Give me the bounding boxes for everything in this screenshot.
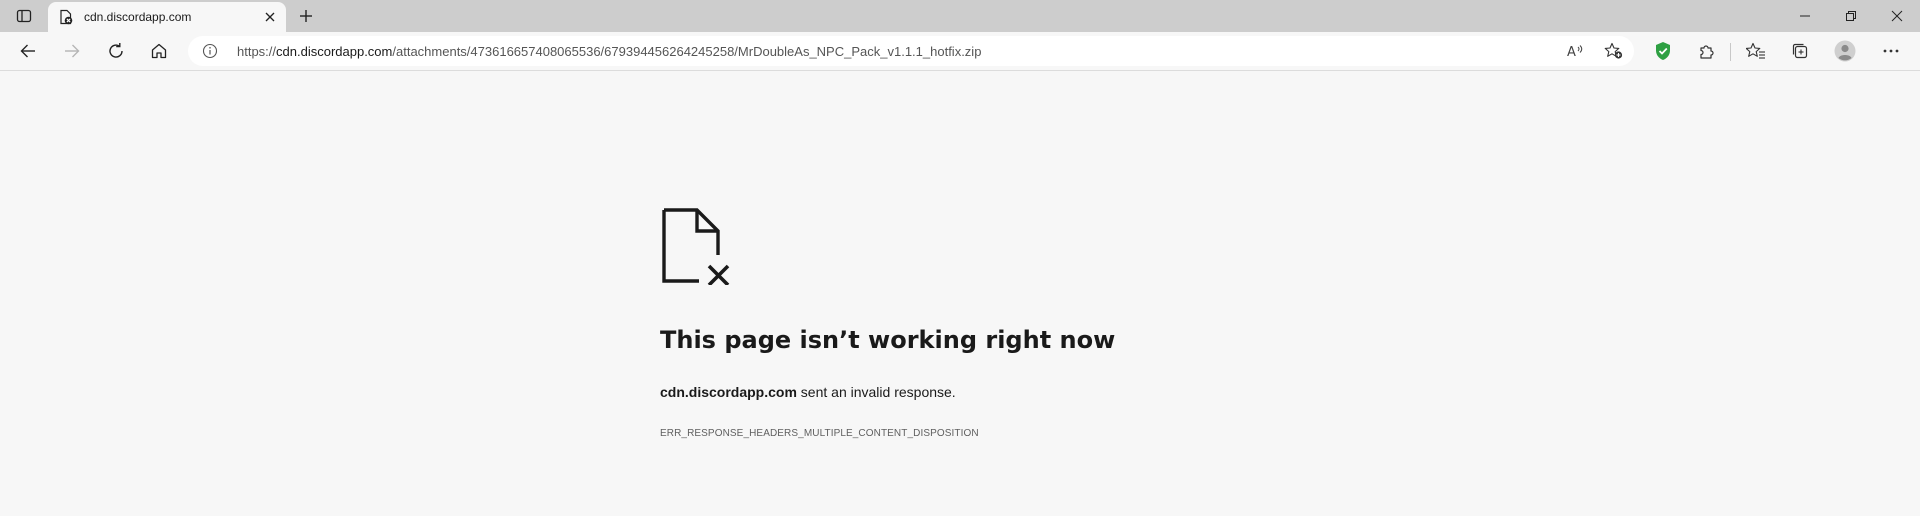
- minimize-button[interactable]: [1782, 0, 1828, 32]
- home-icon: [151, 43, 167, 59]
- shield-icon[interactable]: [1649, 37, 1677, 65]
- discord-favicon-icon: [58, 9, 74, 25]
- error-host: cdn.discordapp.com: [660, 384, 797, 400]
- favorites-icon[interactable]: [1742, 37, 1770, 65]
- back-button[interactable]: [14, 37, 42, 65]
- minimize-icon: [1800, 15, 1810, 17]
- close-icon: [1891, 10, 1903, 22]
- url-text[interactable]: https://cdn.discordapp.com/attachments/4…: [237, 44, 981, 59]
- star-plus-icon[interactable]: [1604, 41, 1624, 61]
- error-code: ERR_RESPONSE_HEADERS_MULTIPLE_CONTENT_DI…: [660, 428, 979, 439]
- error-message: sent an invalid response.: [796, 384, 956, 400]
- tab-actions-icon[interactable]: [10, 4, 38, 28]
- close-icon[interactable]: [262, 9, 278, 25]
- window-close-button[interactable]: [1874, 0, 1920, 32]
- info-icon[interactable]: [202, 43, 218, 59]
- home-button[interactable]: [145, 37, 173, 65]
- svg-text:A: A: [1567, 45, 1576, 59]
- forward-button[interactable]: [58, 37, 86, 65]
- error-title: This page isn’t working right now: [660, 326, 1116, 354]
- error-page: This page isn’t working right now cdn.di…: [0, 71, 1920, 516]
- broken-file-icon: [659, 205, 737, 287]
- restore-icon: [1846, 11, 1856, 21]
- read-aloud-icon[interactable]: A: [1566, 41, 1586, 61]
- error-description: cdn.discordapp.com sent an invalid respo…: [660, 384, 956, 400]
- forward-arrow-icon: [65, 44, 80, 58]
- refresh-icon: [109, 43, 123, 58]
- plus-icon: [300, 10, 312, 22]
- collections-icon[interactable]: [1786, 37, 1814, 65]
- navigation-toolbar: https://cdn.discordapp.com/attachments/4…: [0, 32, 1920, 71]
- profile-icon[interactable]: [1831, 37, 1859, 65]
- url-prefix: https://: [237, 44, 277, 59]
- address-bar[interactable]: https://cdn.discordapp.com/attachments/4…: [188, 36, 1634, 66]
- active-tab[interactable]: cdn.discordapp.com: [48, 2, 286, 32]
- puzzle-icon[interactable]: [1693, 37, 1721, 65]
- url-host: cdn.discordapp.com: [276, 44, 393, 59]
- back-arrow-icon: [20, 44, 35, 58]
- refresh-button[interactable]: [102, 37, 130, 65]
- more-icon[interactable]: [1877, 37, 1905, 65]
- new-tab-button[interactable]: [294, 4, 318, 28]
- toolbar-divider: [1730, 43, 1731, 61]
- restore-button[interactable]: [1828, 0, 1874, 32]
- tab-title: cdn.discordapp.com: [84, 10, 192, 24]
- url-path: /attachments/473616657408065536/67939445…: [392, 44, 982, 59]
- tab-strip: cdn.discordapp.com: [0, 0, 1920, 32]
